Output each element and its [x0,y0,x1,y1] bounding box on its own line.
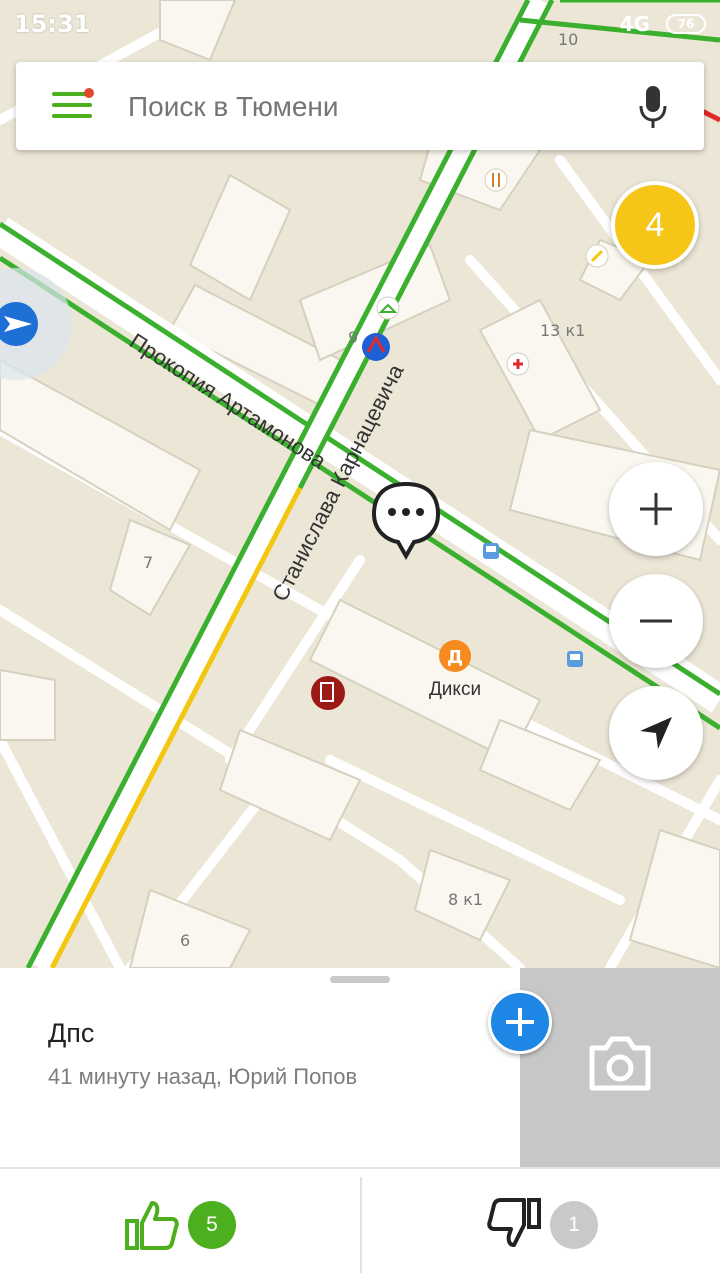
thumbs-down-icon [487,1198,541,1247]
bus-stop-icon [483,543,499,559]
house-number: 13 к1 [540,321,585,340]
camera-icon [589,1036,651,1091]
status-time: 15:31 [14,10,91,38]
notification-dot [84,88,94,98]
microphone-icon[interactable] [638,86,668,128]
door-icon[interactable] [311,676,345,710]
like-button[interactable]: 5 [0,1169,360,1280]
thumbs-up-icon [125,1201,179,1250]
tool-icon [585,244,609,268]
event-card: Дпс 41 минуту назад, Юрий Попов [0,968,720,1168]
locate-arrow-icon [640,717,672,749]
zoom-out-button[interactable] [609,574,703,668]
dixy-poi-letter: Д [447,647,463,668]
my-location-button[interactable] [609,686,703,780]
event-title: Дпс [48,1018,95,1048]
navigator-button[interactable] [0,268,72,380]
events-count-badge[interactable]: 4 [611,181,699,269]
dislikes-count: 1 [550,1201,598,1249]
sheet-handle[interactable] [330,976,390,983]
search-bar [16,62,704,150]
zoom-in-button[interactable] [609,462,703,556]
bus-stop-icon [567,651,583,667]
dixy-poi-label: Дикси [429,679,481,700]
plus-icon [506,1008,534,1036]
dislike-button[interactable]: 1 [362,1169,720,1280]
plus-icon [640,493,672,525]
search-input[interactable] [128,90,588,124]
house-number: 6 [180,931,190,950]
hospital-icon [506,352,530,376]
event-subtitle: 41 минуту назад, Юрий Попов [48,1064,358,1089]
clothes-icon [376,296,400,320]
house-number: 9 [348,328,358,347]
minus-icon [640,619,672,623]
network-indicator: 4G [619,12,650,36]
add-photo-button[interactable] [520,968,720,1168]
house-number: 8 к1 [448,890,483,909]
add-comment-button[interactable] [488,990,552,1054]
metro-icon[interactable] [362,333,390,361]
likes-count: 5 [188,1201,236,1249]
house-number: 7 [143,553,153,572]
menu-icon[interactable] [52,88,94,122]
vote-bar: 5 1 [0,1169,720,1280]
battery-indicator: 76 [666,14,706,34]
restaurant-icon [484,168,508,192]
status-bar: 15:31 4G 76 [0,0,720,50]
